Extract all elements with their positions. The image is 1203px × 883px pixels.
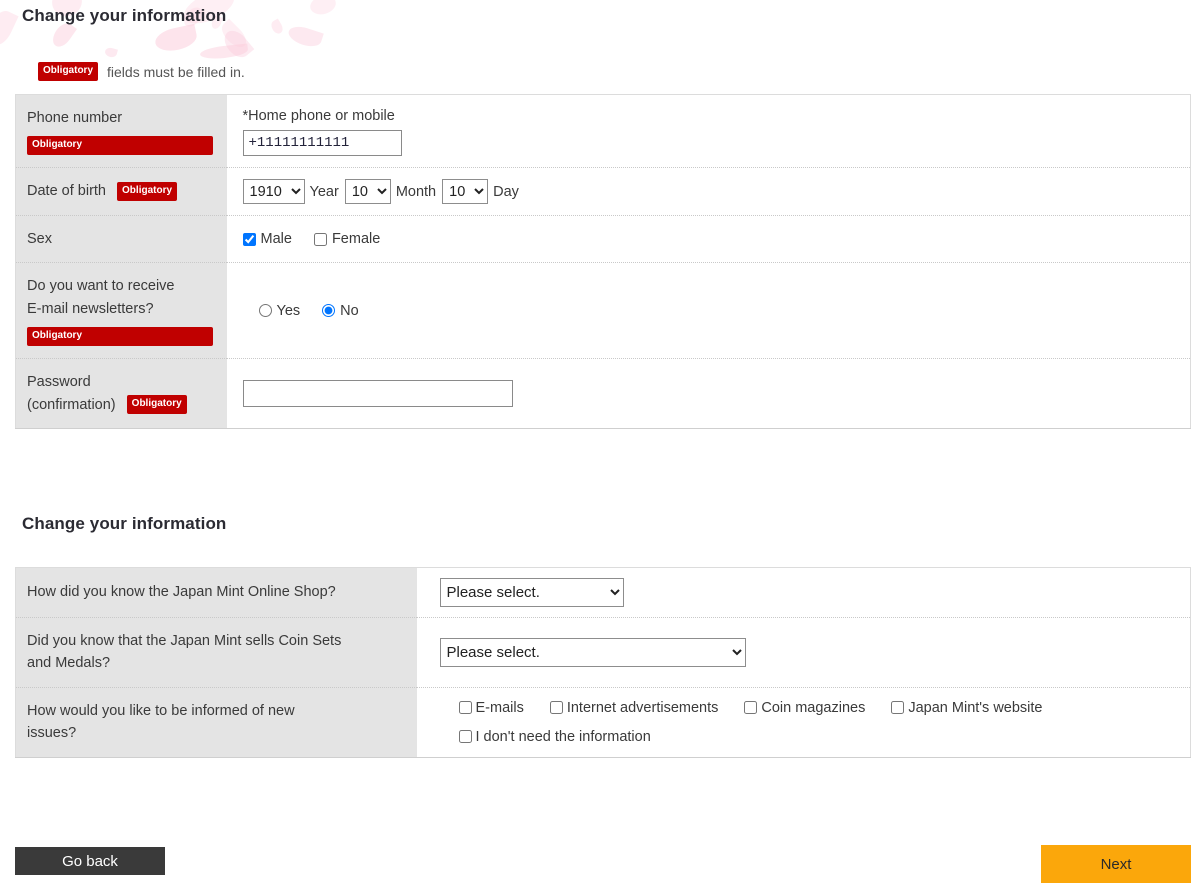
inform-secondary-label-0: I don't need the information	[475, 728, 651, 745]
row-value-date-of-birth: 1910191119121913 Year 123456789101112 Mo…	[226, 167, 1191, 216]
sex-option-female[interactable]: Female	[313, 231, 381, 248]
inform-checkbox-3[interactable]	[891, 701, 905, 715]
page-root: Change your information Obligatory field…	[0, 0, 1203, 883]
newsletter-no-label: No	[340, 302, 359, 319]
inform-checkbox-group: E-mails Internet advertisements Coin magaz…	[458, 699, 1179, 745]
row-label-phone-number: Phone number Obligatory	[15, 94, 227, 169]
section-title-survey: Change your information	[22, 514, 227, 533]
row-value-password-confirmation	[226, 358, 1191, 429]
inform-option-1[interactable]: Internet advertisements	[549, 699, 719, 716]
inform-label-0: E-mails	[475, 699, 524, 716]
phone-sublabel: *Home phone or mobile	[242, 108, 395, 125]
obligatory-note: Obligatory fields must be filled in.	[38, 62, 245, 81]
table-row: Did you know that the Japan Mint sells C…	[15, 617, 1191, 688]
sex-option-male[interactable]: Male	[242, 231, 292, 248]
row-value-sex: Male Female	[226, 215, 1191, 264]
petal-icon	[308, 0, 338, 18]
label-text: Phone number	[27, 110, 123, 126]
inform-checkbox-line-1: E-mails Internet advertisements Coin magaz…	[458, 699, 1179, 716]
label-text: How did you know the Japan Mint Online S…	[27, 584, 336, 601]
personal-info-table: Phone number Obligatory *Home phone or m…	[15, 94, 1191, 430]
inform-checkbox-line-2: I don't need the information	[458, 728, 1179, 745]
newsletter-option-yes[interactable]: Yes	[258, 302, 301, 319]
table-row: How would you like to be informed of new…	[15, 687, 1191, 758]
birth-day-select[interactable]: 151015202531	[442, 179, 489, 205]
obligatory-badge: Obligatory	[38, 62, 99, 81]
table-row: Password (confirmation) Obligatory	[15, 358, 1191, 429]
row-value-newsletter: Yes No	[226, 262, 1191, 360]
password-confirmation-input[interactable]	[242, 380, 513, 408]
birth-month-select[interactable]: 123456789101112	[344, 179, 391, 205]
row-value-how-informed: E-mails Internet advertisements Coin magaz…	[416, 687, 1191, 758]
label-text-line2: E-mail newsletters?	[27, 300, 154, 317]
inform-secondary-option-0[interactable]: I don't need the information	[458, 728, 651, 745]
label-text-line2: and Medals?	[27, 655, 111, 672]
table-row: Do you want to receive E-mail newsletter…	[15, 262, 1191, 360]
how-did-you-know-select[interactable]: Please select.InternetNewspaperMagazineF…	[439, 578, 624, 607]
petal-icon	[199, 43, 249, 61]
table-row: Sex Male Female	[15, 215, 1191, 264]
table-row: How did you know the Japan Mint Online S…	[15, 567, 1191, 618]
petal-icon	[104, 46, 118, 59]
petal-icon	[269, 18, 285, 36]
female-label: Female	[331, 231, 381, 248]
row-label-date-of-birth: Date of birth Obligatory	[15, 167, 227, 216]
label-text-line2: (confirmation)	[27, 396, 116, 413]
male-checkbox[interactable]	[242, 232, 256, 246]
inform-checkbox-1[interactable]	[549, 701, 563, 715]
did-you-know-sells-select[interactable]: Please select.YesNo	[439, 637, 746, 667]
inform-secondary-checkbox-0[interactable]	[458, 730, 472, 744]
row-label-newsletter: Do you want to receive E-mail newsletter…	[15, 262, 227, 360]
birth-day-unit-label: Day	[493, 183, 519, 200]
row-value-how-did-you-know: Please select.InternetNewspaperMagazineF…	[416, 567, 1191, 618]
petal-icon	[0, 7, 19, 49]
inform-option-0[interactable]: E-mails	[458, 699, 524, 716]
label-text: Sex	[27, 230, 52, 247]
petal-icon	[153, 23, 199, 55]
survey-table: How did you know the Japan Mint Online S…	[15, 567, 1191, 758]
male-label: Male	[260, 231, 292, 248]
table-row: Date of birth Obligatory 191019111912191…	[15, 167, 1191, 216]
obligatory-badge: Obligatory	[117, 182, 178, 202]
table-row: Phone number Obligatory *Home phone or m…	[15, 94, 1191, 169]
page-title: Change your information	[22, 6, 227, 25]
newsletter-yes-label: Yes	[276, 302, 301, 319]
obligatory-badge: Obligatory	[27, 136, 213, 156]
obligatory-badge: Obligatory	[126, 395, 187, 415]
row-value-phone-number: *Home phone or mobile	[226, 94, 1191, 169]
inform-option-2[interactable]: Coin magazines	[744, 700, 865, 716]
label-text-line1: Password	[27, 374, 91, 391]
label-text: Date of birth	[27, 183, 106, 200]
next-button[interactable]: Next	[1041, 845, 1191, 883]
newsletter-yes-radio[interactable]	[258, 304, 272, 318]
inform-checkbox-2[interactable]	[744, 701, 758, 715]
phone-number-input[interactable]	[242, 130, 402, 157]
inform-label-2: Coin magazines	[761, 699, 866, 716]
label-text-line1: Do you want to receive	[27, 278, 175, 295]
petal-icon	[286, 23, 324, 50]
inform-label-1: Internet advertisements	[566, 699, 719, 716]
go-back-button[interactable]: Go back	[15, 847, 165, 875]
inform-label-3: Japan Mint's website	[908, 699, 1043, 716]
petal-icon	[219, 26, 255, 62]
label-text-line1: How would you like to be informed of new	[27, 702, 295, 719]
row-label-how-did-you-know: How did you know the Japan Mint Online S…	[15, 567, 417, 618]
inform-option-3[interactable]: Japan Mint's website	[891, 699, 1043, 716]
row-value-did-you-know-sells: Please select.YesNo	[416, 617, 1191, 688]
obligatory-badge: Obligatory	[27, 327, 213, 347]
newsletter-no-radio[interactable]	[322, 304, 336, 318]
row-label-how-informed: How would you like to be informed of new…	[15, 687, 417, 758]
birth-month-unit-label: Month	[395, 183, 437, 200]
birth-year-unit-label: Year	[309, 183, 339, 200]
label-text-line1: Did you know that the Japan Mint sells C…	[27, 633, 342, 649]
newsletter-option-no[interactable]: No	[322, 303, 359, 319]
inform-checkbox-0[interactable]	[458, 701, 472, 715]
row-label-password-confirmation: Password (confirmation) Obligatory	[15, 358, 227, 429]
row-label-did-you-know-sells: Did you know that the Japan Mint sells C…	[15, 617, 417, 688]
label-text-line2: issues?	[27, 725, 77, 742]
female-checkbox[interactable]	[313, 232, 327, 246]
obligatory-note-text: fields must be filled in.	[107, 63, 245, 80]
birth-year-select[interactable]: 1910191119121913	[242, 179, 305, 205]
row-label-sex: Sex	[15, 215, 227, 264]
